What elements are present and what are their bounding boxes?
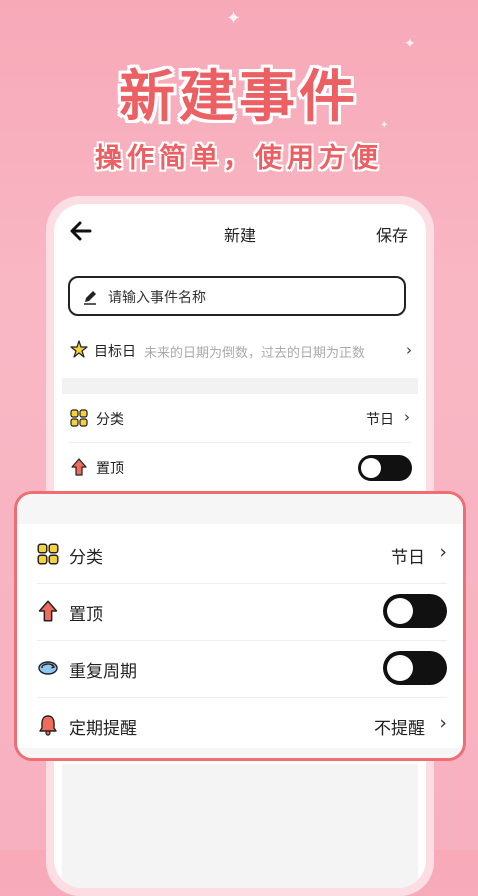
pin-label: 置顶 (96, 461, 124, 477)
category-row[interactable]: 分类 节日 › (37, 526, 447, 584)
target-date-hint: 未来的日期为倒数，过去的日期为正数 (144, 346, 366, 361)
settings-list-background: 分类 节日 › 置顶 (68, 394, 412, 492)
promo-subheadline: 操作简单，使用方便 (95, 143, 383, 174)
page-title: 新建 (223, 226, 256, 245)
save-button[interactable]: 保存 (376, 222, 408, 246)
event-name-input[interactable] (106, 284, 400, 312)
settings-zoom-panel: 分类 节日 › 置顶 重复周期 定期提醒 不提醒 › (14, 491, 466, 761)
category-value: 节日 (391, 548, 425, 568)
toggle-knob (387, 655, 413, 681)
top-bar: 新建 保存 (54, 204, 426, 260)
target-date-row[interactable]: 目标日 未来的日期为倒数，过去的日期为正数 › (68, 332, 412, 368)
pin-toggle[interactable] (383, 594, 447, 628)
pin-row: 置顶 (37, 583, 447, 641)
pin-row: 置顶 (68, 443, 412, 492)
toggle-knob (387, 598, 413, 624)
reminder-value: 不提醒 (374, 719, 425, 739)
chevron-right-icon: › (404, 408, 410, 426)
sparkle-decoration: ✦ (226, 8, 242, 29)
repeat-label: 重复周期 (69, 662, 137, 682)
sparkle-decoration: ✦ (404, 36, 416, 52)
star-icon (70, 340, 88, 358)
promo-headline: 新建事件 (119, 65, 359, 130)
arrow-up-icon (71, 458, 87, 476)
reminder-label: 定期提醒 (69, 719, 137, 739)
pencil-icon (84, 291, 96, 305)
target-date-label: 目标日 (94, 344, 136, 360)
arrow-up-icon (38, 600, 58, 622)
cycle-icon (38, 661, 58, 675)
category-label: 分类 (96, 412, 124, 428)
lower-background (62, 764, 418, 888)
category-value: 节日 (366, 412, 394, 428)
grid-icon (70, 409, 88, 427)
bell-icon (39, 715, 57, 736)
toggle-knob (361, 458, 381, 478)
chevron-right-icon: › (439, 712, 447, 734)
pin-toggle[interactable] (358, 455, 412, 481)
category-row[interactable]: 分类 节日 › (68, 394, 412, 443)
chevron-right-icon: › (406, 341, 412, 359)
event-name-field[interactable] (68, 276, 406, 316)
repeat-row: 重复周期 (37, 640, 447, 698)
section-divider (62, 378, 418, 394)
chevron-right-icon: › (439, 541, 447, 563)
grid-icon (37, 543, 59, 565)
reminder-row[interactable]: 定期提醒 不提醒 › (37, 697, 447, 754)
category-label: 分类 (69, 548, 103, 568)
pin-label: 置顶 (69, 605, 103, 625)
repeat-toggle[interactable] (383, 651, 447, 685)
section-divider (17, 494, 463, 524)
section-divider (17, 748, 463, 758)
